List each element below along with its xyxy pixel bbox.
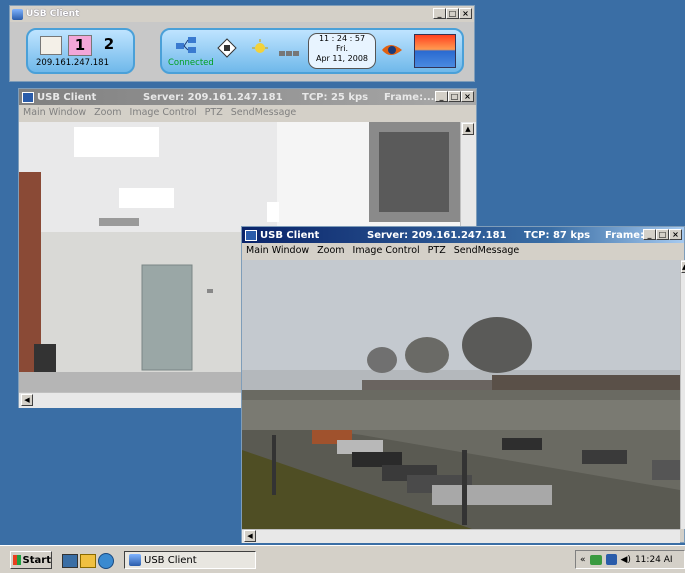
maximize-button[interactable]: □ [448, 91, 461, 102]
viewer-front-titlebar: USB Client Server: 209.161.247.181 TCP: … [242, 227, 684, 243]
light-icon[interactable] [250, 39, 270, 57]
menu-image-control[interactable]: Image Control [126, 105, 201, 120]
menu-zoom[interactable]: Zoom [90, 105, 125, 120]
viewer-front-menubar: Main Window Zoom Image Control PTZ SendM… [242, 243, 684, 258]
start-button[interactable]: Start [10, 551, 52, 569]
viewer-front-tcp: TCP: 87 kps [524, 229, 591, 241]
window-icon [245, 229, 257, 241]
minimize-button[interactable]: _ [643, 229, 656, 240]
viewer-back-server: Server: 209.161.247.181 [143, 91, 283, 103]
scroll-up-button[interactable]: ▲ [462, 123, 474, 135]
tray-network-icon[interactable] [589, 554, 602, 565]
taskbar: Start USB Client « ◀) 11:24 AI [0, 545, 685, 573]
menu-send-message[interactable]: SendMessage [450, 243, 524, 258]
camera-select-panel: 1 2 209.161.247.181 [26, 28, 135, 74]
viewer-back-menubar: Main Window Zoom Image Control PTZ SendM… [19, 105, 476, 120]
tray-chevron-icon[interactable]: « [580, 555, 586, 565]
clock-date: Apr 11, 2008 [315, 54, 368, 63]
usb-client-icon [12, 8, 23, 20]
clock-time: 11 : 24 : 57 [318, 34, 366, 43]
close-button[interactable]: × [669, 229, 682, 240]
maximize-button[interactable]: □ [656, 229, 669, 240]
viewer-back-frame: Frame:... [384, 91, 435, 103]
minimize-button[interactable]: _ [433, 8, 446, 19]
taskbar-item-usb-client[interactable]: USB Client [124, 551, 256, 569]
parking-scene [242, 260, 680, 529]
toolbar-titlebar: USB Client _ □ × [10, 6, 474, 22]
quicklaunch-folder-icon[interactable] [80, 554, 96, 568]
viewer-front-vscroll[interactable]: ▲ [680, 260, 685, 529]
camera-blank-button[interactable] [40, 36, 62, 55]
clock-display: 11 : 24 : 57 Fri. Apr 11, 2008 [308, 33, 376, 69]
menu-ptz[interactable]: PTZ [424, 243, 450, 258]
menu-zoom[interactable]: Zoom [313, 243, 348, 258]
close-button[interactable]: × [461, 91, 474, 102]
camera-ip-label: 209.161.247.181 [36, 58, 110, 68]
viewer-back-titlebar: USB Client Server: 209.161.247.181 TCP: … [19, 89, 476, 105]
menu-send-message[interactable]: SendMessage [227, 105, 301, 120]
signal-icon[interactable] [278, 43, 300, 56]
viewer-front-hscroll[interactable]: ◀ [242, 529, 680, 543]
tray-clock[interactable]: 11:24 AI [635, 555, 673, 565]
viewer-back-tcp: TCP: 25 kps [302, 91, 369, 103]
menu-main-window[interactable]: Main Window [242, 243, 313, 258]
close-button[interactable]: × [459, 8, 472, 19]
volume-icon[interactable]: ◀) [621, 555, 631, 565]
viewer-back-title: USB Client [37, 91, 97, 103]
scroll-left-button[interactable]: ◀ [21, 394, 33, 406]
menu-ptz[interactable]: PTZ [201, 105, 227, 120]
video-icon[interactable] [217, 38, 237, 58]
control-panel: Connected 11 : 24 : 57 Fri. Apr 11, 2008 [160, 28, 464, 74]
landscape-icon[interactable] [414, 34, 456, 68]
toolbar-window: USB Client _ □ × 1 2 209.161.247.181 Con… [9, 5, 475, 82]
clock-day: Fri. [335, 44, 349, 53]
usb-client-icon [129, 554, 141, 566]
minimize-button[interactable]: _ [435, 91, 448, 102]
quicklaunch-desktop-icon[interactable] [62, 554, 78, 568]
viewer-front-server: Server: 209.161.247.181 [367, 229, 507, 241]
connection-status: Connected [168, 58, 214, 68]
menu-main-window[interactable]: Main Window [19, 105, 90, 120]
taskbar-item-label: USB Client [144, 554, 197, 566]
window-icon [22, 91, 34, 103]
start-label: Start [22, 554, 51, 566]
menu-image-control[interactable]: Image Control [349, 243, 424, 258]
quicklaunch-browser-icon[interactable] [98, 553, 114, 569]
viewer-front-window: USB Client Server: 209.161.247.181 TCP: … [241, 226, 685, 543]
network-icon[interactable] [174, 35, 198, 55]
camera-1-button[interactable]: 1 [68, 35, 92, 56]
scroll-left-button[interactable]: ◀ [244, 530, 256, 542]
scroll-up-button[interactable]: ▲ [681, 261, 685, 273]
toolbar-title: USB Client [26, 9, 80, 19]
camera-feed-parking-lot [242, 260, 680, 529]
window-icon[interactable] [380, 37, 410, 63]
viewer-front-title: USB Client [260, 229, 320, 241]
windows-logo-icon [13, 555, 21, 565]
tray-app-icon[interactable] [605, 554, 617, 565]
camera-2-button[interactable]: 2 [98, 35, 120, 54]
system-tray: « ◀) 11:24 AI [575, 550, 685, 569]
maximize-button[interactable]: □ [446, 8, 459, 19]
